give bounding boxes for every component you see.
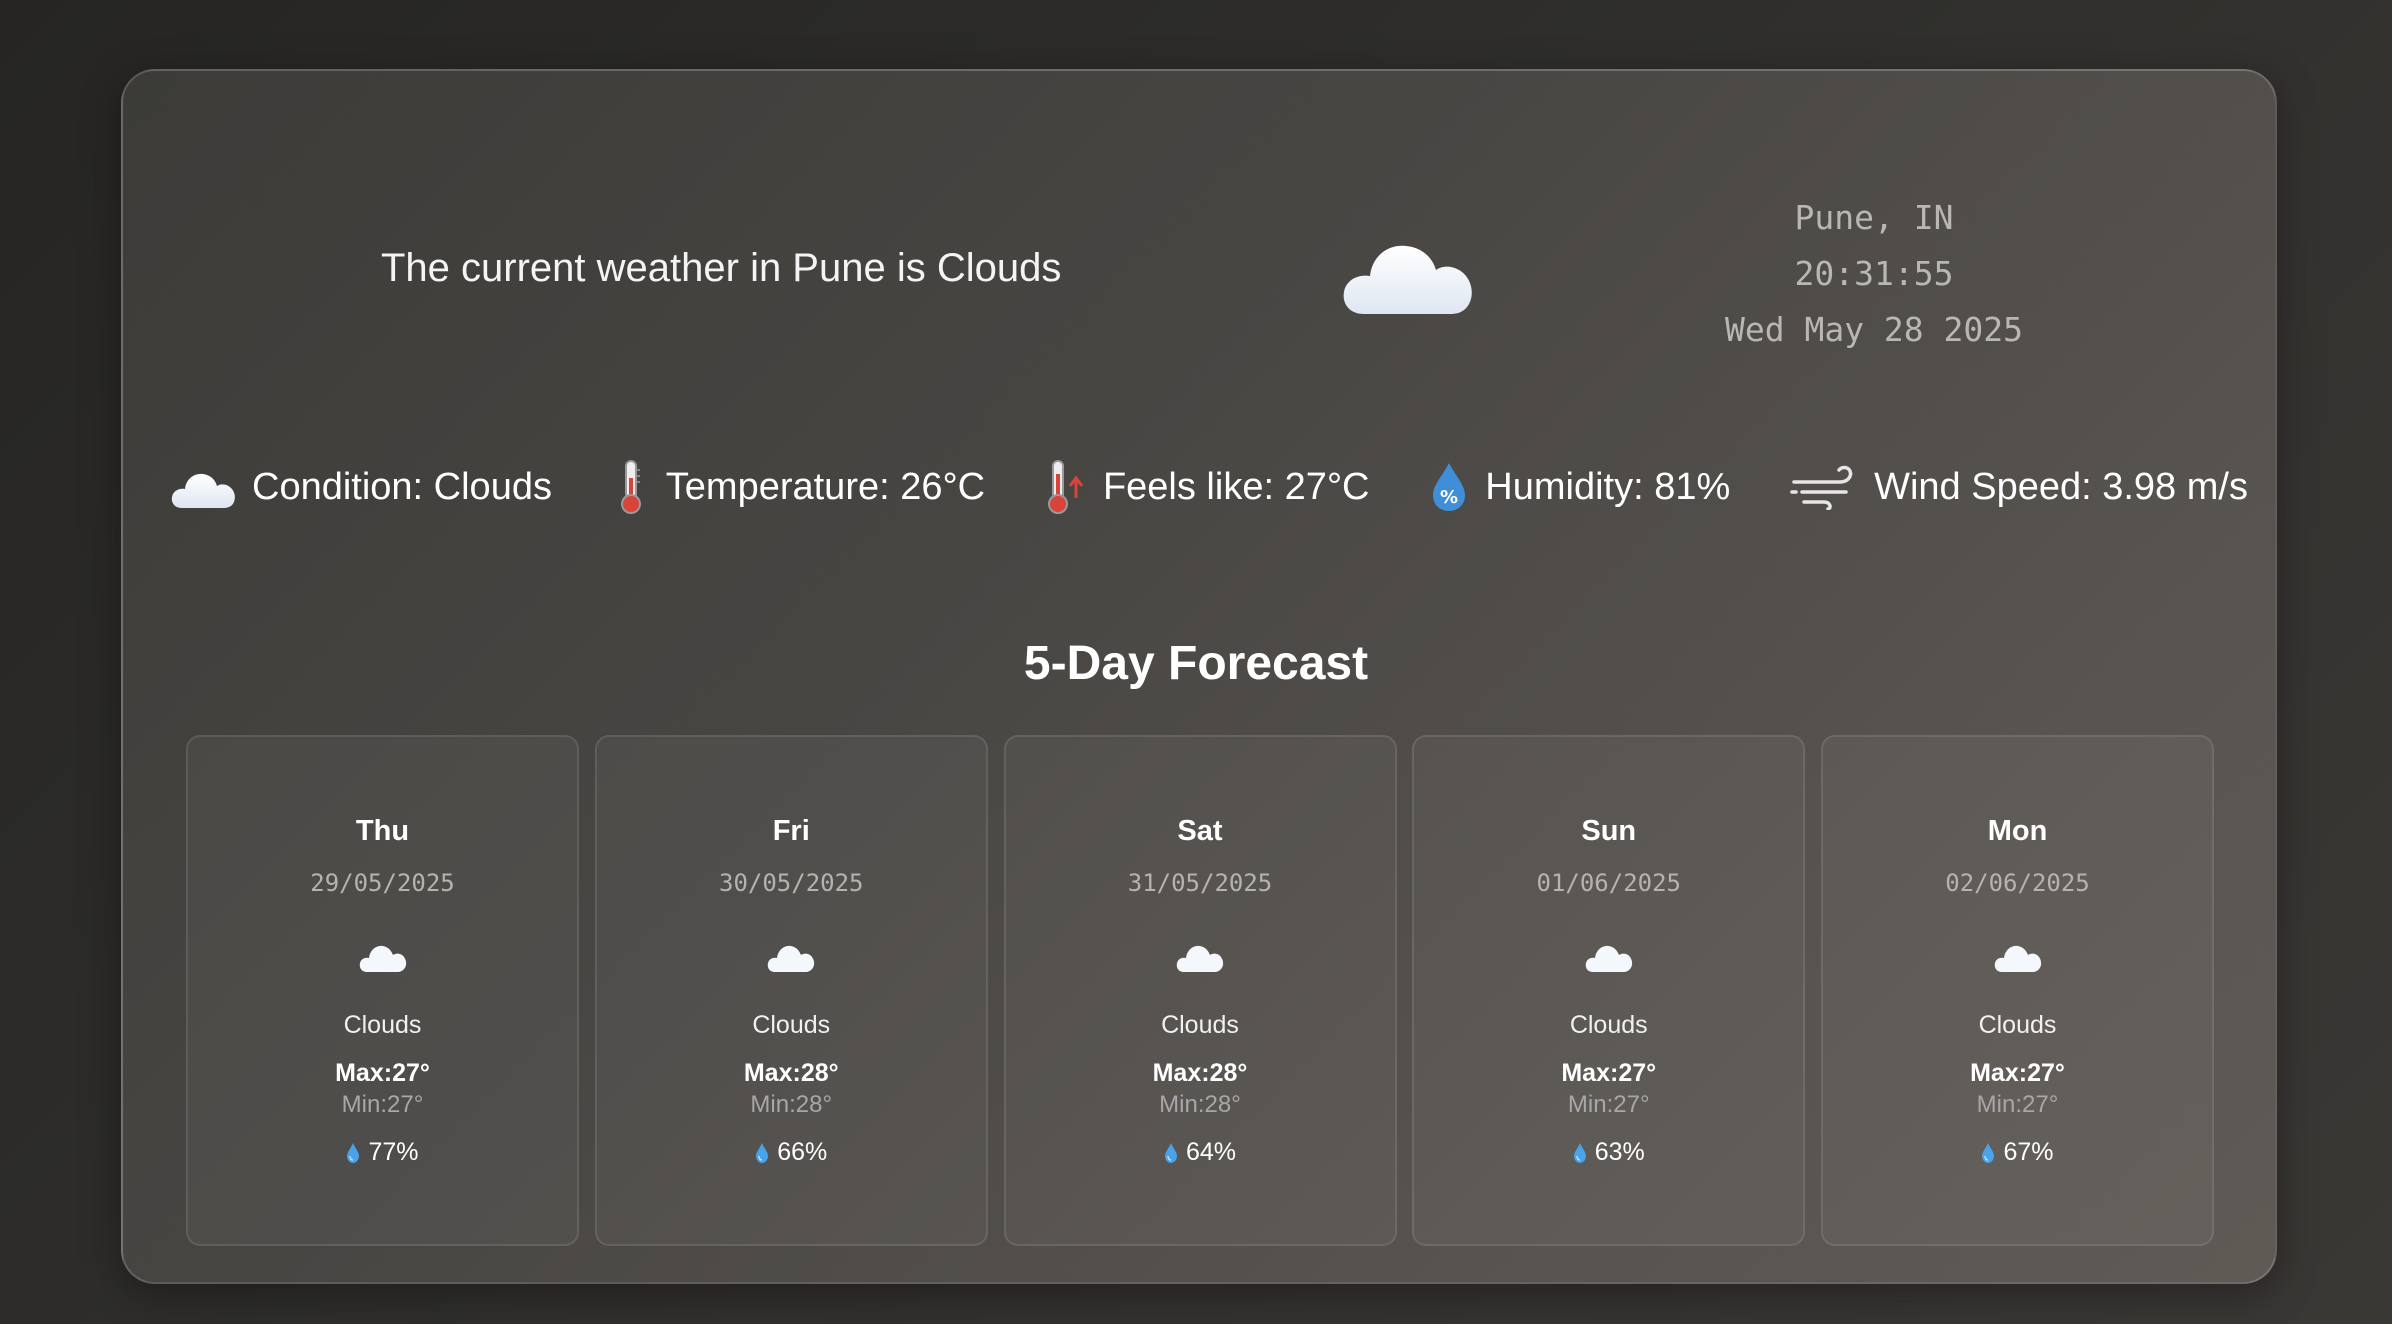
forecast-day: Sat [1177,815,1223,847]
forecast-min: Min:27° [1976,1091,2059,1118]
forecast-min: Min:27° [341,1091,424,1118]
forecast-humidity-value: 66% [777,1138,828,1166]
forecast-humidity-value: 67% [2003,1138,2054,1166]
humidity-drop-icon: % [1433,463,1466,511]
current-time: 20:31:55 [1794,254,1954,293]
forecast-date: 01/06/2025 [1536,869,1682,897]
forecast-date: 29/05/2025 [310,869,455,897]
forecast-min: Min:28° [750,1091,833,1118]
cloud-icon [768,945,815,972]
stat-humidity-label: Humidity: 81% [1485,465,1731,508]
current-weather-headline: The current weather in Pune is Clouds [381,246,1062,290]
stat-condition: Condition: Clouds [170,465,552,509]
forecast-day: Thu [355,815,410,847]
forecast-title: 5-Day Forecast [1023,637,1369,690]
forecast-card: Fri 30/05/2025 Clouds Max:28° Min:28° 66… [594,735,988,1246]
droplet-icon [756,1142,769,1163]
thermometer-icon [620,460,641,514]
thermometer-up-icon [1047,460,1084,514]
forecast-date: 02/06/2025 [1945,869,2090,897]
forecast-humidity: 67% [1823,1138,2212,1167]
forecast-min: Min:28° [1159,1091,1241,1118]
forecast-card: Sun 01/06/2025 Clouds Max:27° Min:27° 63… [1412,735,1806,1246]
current-date: Wed May 28 2025 [1724,310,2023,349]
forecast-max: Max:27° [335,1059,430,1087]
stat-temperature: Temperature: 26°C [612,458,985,516]
forecast-humidity-value: 77% [368,1138,419,1166]
stat-temperature-label: Temperature: 26°C [665,465,986,508]
stat-wind-label: Wind Speed: 3.98 m/s [1874,465,2248,508]
forecast-humidity: 66% [597,1138,986,1167]
current-stats-row: Condition: Clouds Temperature: 26°C Feel… [170,455,2248,519]
forecast-day: Mon [1987,815,2048,847]
droplet-icon [1982,1142,1995,1163]
forecast-max: Max:28° [1152,1059,1248,1087]
location-label: Pune, IN [1794,198,1954,237]
forecast-day: Fri [772,815,810,847]
forecast-max: Max:27° [1970,1059,2065,1087]
wind-icon [1790,465,1853,510]
forecast-condition: Clouds [752,1011,831,1039]
stat-feels-like-label: Feels like: 27°C [1102,465,1370,508]
forecast-humidity: 63% [1414,1138,1803,1167]
cloud-icon [359,945,406,972]
forecast-humidity: 64% [1006,1138,1395,1167]
droplet-icon [1164,1142,1177,1163]
forecast-humidity: 77% [188,1138,577,1167]
forecast-date: 30/05/2025 [719,869,864,897]
stat-wind: Wind Speed: 3.98 m/s [1790,464,2248,510]
svg-text:%: % [1440,487,1458,508]
forecast-condition: Clouds [343,1011,422,1039]
droplet-icon [1573,1142,1586,1163]
droplet-icon [347,1142,360,1163]
forecast-card: Sat 31/05/2025 Clouds Max:28° Min:28° 64… [1003,735,1397,1246]
forecast-humidity-value: 64% [1185,1138,1237,1166]
forecast-condition: Clouds [1569,1011,1648,1039]
forecast-card: Mon 02/06/2025 Clouds Max:27° Min:27° 67… [1821,735,2214,1246]
forecast-humidity-value: 63% [1594,1138,1645,1166]
forecast-date: 31/05/2025 [1127,869,1273,897]
cloud-icon [1176,945,1224,972]
cloud-icon [1585,945,1632,972]
forecast-condition: Clouds [1978,1011,2057,1039]
stat-humidity: % Humidity: 81% [1429,461,1730,513]
stat-feels-like: Feels like: 27°C [1045,458,1370,516]
location-clock: Pune, IN 20:31:55 Wed May 28 2025 [1674,190,2074,358]
cloud-icon [1994,945,2041,972]
forecast-condition: Clouds [1161,1011,1239,1039]
forecast-max: Max:27° [1561,1059,1657,1087]
forecast-card: Thu 29/05/2025 Clouds Max:27° Min:27° 77… [186,735,579,1246]
cloud-icon [1343,245,1472,314]
forecast-cards: Thu 29/05/2025 Clouds Max:27° Min:27° 77… [186,735,2214,1246]
stat-condition-label: Condition: Clouds [252,465,552,508]
cloud-icon [171,473,235,508]
forecast-max: Max:28° [743,1059,839,1087]
forecast-min: Min:27° [1567,1091,1650,1118]
forecast-day: Sun [1581,815,1637,847]
